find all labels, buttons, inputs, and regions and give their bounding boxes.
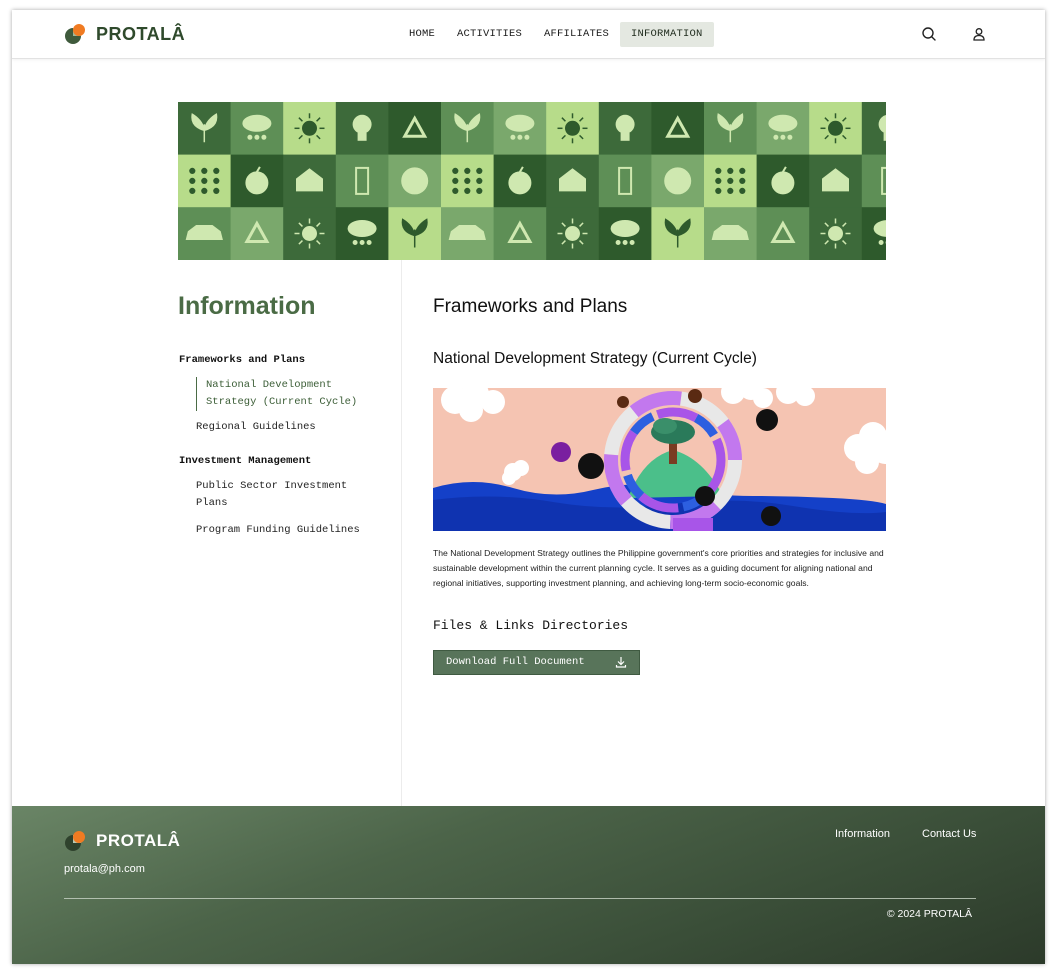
sidebar-title: Information [178, 292, 316, 320]
sidebar-item-national-development-strategy[interactable]: National Development Strategy (Current C… [196, 377, 366, 411]
footer-link-contact-us[interactable]: Contact Us [922, 828, 976, 840]
download-icon [615, 657, 627, 668]
nav-affiliates[interactable]: AFFILIATES [533, 22, 620, 47]
sidebar-group-frameworks[interactable]: Frameworks and Plans [179, 354, 305, 366]
community-illustration [433, 388, 886, 531]
document-title: National Development Strategy (Current C… [433, 350, 757, 367]
footer-copyright: © 2024 PROTALÂ [886, 908, 972, 920]
logo-icon [65, 24, 85, 44]
nav-home[interactable]: HOME [398, 22, 446, 47]
search-icon[interactable] [921, 26, 937, 42]
sidebar-divider [401, 260, 402, 806]
top-header: PROTALÂ HOME ACTIVITIES AFFILIATES INFOR… [12, 10, 1045, 59]
sustainability-pattern-banner [178, 102, 886, 260]
page-frame: PROTALÂ HOME ACTIVITIES AFFILIATES INFOR… [12, 10, 1045, 964]
files-links-title: Files & Links Directories [433, 618, 629, 633]
document-description: The National Development Strategy outlin… [433, 548, 884, 588]
footer-divider [64, 898, 976, 899]
user-icon[interactable] [971, 26, 987, 42]
brand-name: PROTALÂ [96, 23, 186, 44]
download-full-document-button[interactable]: Download Full Document [433, 650, 640, 675]
footer-brand-logo[interactable]: PROTALÂ [64, 830, 180, 852]
footer-brand-name: PROTALÂ [96, 831, 181, 850]
hero-banner [178, 102, 886, 260]
people-circle-illustration [433, 388, 886, 531]
footer-email[interactable]: protala@ph.com [64, 863, 145, 875]
site-footer: PROTALÂ protala@ph.com Information Conta… [12, 806, 1045, 964]
logo-icon [65, 831, 85, 851]
nav-activities[interactable]: ACTIVITIES [446, 22, 533, 47]
brand-logo[interactable]: PROTALÂ [64, 23, 185, 45]
footer-link-information[interactable]: Information [835, 828, 890, 840]
sidebar-item-program-funding-guidelines[interactable]: Program Funding Guidelines [196, 522, 366, 539]
download-button-label: Download Full Document [446, 656, 585, 668]
sidebar-group-investment[interactable]: Investment Management [179, 455, 311, 467]
sidebar-item-regional-guidelines[interactable]: Regional Guidelines [196, 419, 366, 436]
sidebar-item-public-sector-investment-plans[interactable]: Public Sector Investment Plans [196, 478, 366, 512]
nav-information[interactable]: INFORMATION [620, 22, 714, 47]
section-title: Frameworks and Plans [433, 296, 628, 317]
main-nav: HOME ACTIVITIES AFFILIATES INFORMATION [398, 22, 714, 47]
